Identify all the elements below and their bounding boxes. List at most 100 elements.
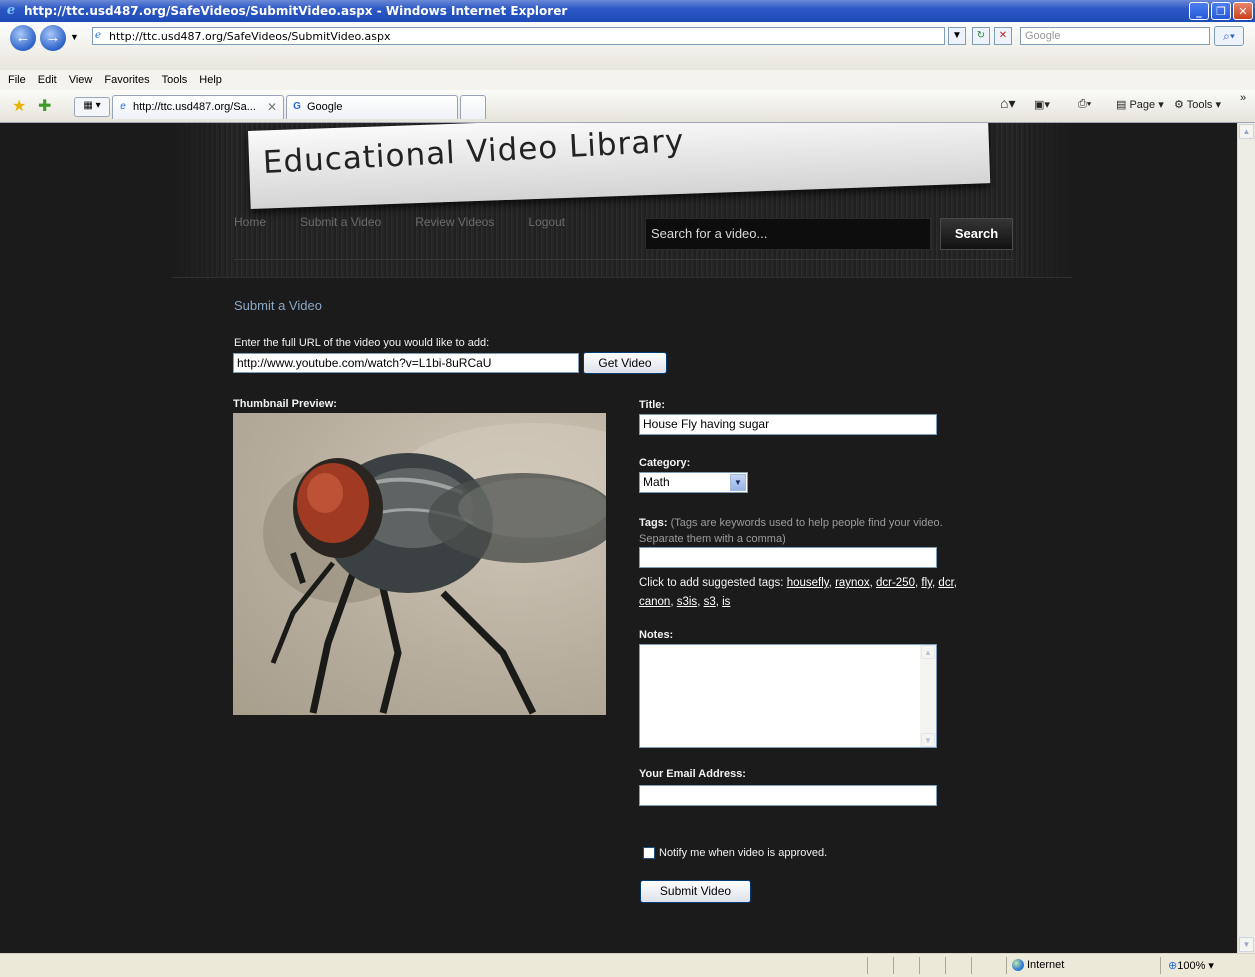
add-favorite-icon[interactable]: ✚: [38, 96, 51, 116]
status-divider: [1160, 957, 1161, 974]
feeds-icon[interactable]: ▣▾: [1034, 98, 1050, 111]
tag-is[interactable]: is: [722, 596, 730, 608]
page-scroll-down-icon[interactable]: ▼: [1239, 937, 1254, 952]
menu-view[interactable]: View: [69, 74, 93, 86]
tag-s3is[interactable]: s3is: [677, 596, 697, 608]
menu-file[interactable]: File: [8, 74, 26, 86]
page-scrollbar[interactable]: ▲ ▼: [1237, 123, 1255, 953]
ie-page-icon: e: [120, 101, 126, 112]
chevron-down-icon[interactable]: ▼: [730, 474, 746, 491]
notify-checkbox[interactable]: [643, 847, 655, 859]
tag-housefly[interactable]: housefly: [787, 577, 829, 589]
url-label: Enter the full URL of the video you woul…: [234, 337, 490, 349]
tab-google-label: Google: [307, 101, 343, 113]
refresh-icon[interactable]: ↻: [972, 27, 990, 45]
category-selected: Math: [643, 475, 670, 489]
stop-icon[interactable]: ✕: [994, 27, 1012, 45]
email-input[interactable]: [639, 785, 937, 806]
tag-dcr[interactable]: dcr: [938, 577, 953, 589]
tags-hint-2: Separate them with a comma): [639, 533, 786, 545]
menu-edit[interactable]: Edit: [38, 74, 57, 86]
category-label: Category:: [639, 457, 691, 469]
tab-google[interactable]: G Google: [286, 95, 458, 119]
close-icon[interactable]: ✕: [1233, 2, 1253, 20]
favorites-star-icon[interactable]: ★: [12, 96, 26, 116]
suggested-tags-prefix: Click to add suggested tags:: [639, 577, 784, 589]
home-icon[interactable]: ⌂▾: [1000, 95, 1015, 112]
tag-dcr-250[interactable]: dcr-250: [876, 577, 915, 589]
history-dropdown-icon[interactable]: ▼: [70, 32, 79, 42]
google-icon: G: [293, 101, 301, 112]
page-menu[interactable]: ▤ Page ▾: [1116, 98, 1164, 111]
get-video-button[interactable]: Get Video: [583, 352, 667, 374]
nav-home[interactable]: Home: [234, 215, 266, 229]
address-bar[interactable]: e http://ttc.usd487.org/SafeVideos/Submi…: [92, 27, 945, 45]
zoom-control[interactable]: ⊕100% ▾: [1168, 959, 1214, 972]
search-box-placeholder: Google: [1025, 30, 1061, 42]
minimize-icon[interactable]: _: [1189, 2, 1209, 20]
housefly-image: [263, 423, 606, 715]
nav-submit-video[interactable]: Submit a Video: [300, 215, 381, 229]
ie-logo-icon: e: [6, 3, 16, 18]
tools-menu[interactable]: ⚙ Tools ▾: [1174, 98, 1221, 111]
tag-fly[interactable]: fly: [921, 577, 932, 589]
new-tab-button[interactable]: [460, 95, 486, 119]
scroll-up-icon[interactable]: ▲: [921, 645, 935, 659]
page-menu-label: Page: [1129, 99, 1156, 111]
security-zone: Internet: [1012, 959, 1065, 972]
scroll-down-icon[interactable]: ▼: [921, 733, 935, 747]
window-titlebar: e http://ttc.usd487.org/SafeVideos/Submi…: [0, 0, 1255, 22]
status-divider: [919, 957, 920, 974]
page-scroll-up-icon[interactable]: ▲: [1239, 124, 1254, 139]
menu-favorites[interactable]: Favorites: [104, 74, 149, 86]
tab-close-icon[interactable]: ✕: [267, 96, 277, 118]
notify-label: Notify me when video is approved.: [659, 847, 828, 859]
tag-canon[interactable]: canon: [639, 596, 670, 608]
site-nav: Home Submit a Video Review Videos Logout: [234, 215, 565, 229]
quick-tabs-icon[interactable]: ▦ ▾: [74, 97, 110, 117]
zoom-dropdown-icon[interactable]: ▾: [1208, 960, 1214, 972]
category-select[interactable]: Math ▼: [639, 472, 748, 493]
submit-video-button[interactable]: Submit Video: [640, 880, 751, 903]
status-divider: [893, 957, 894, 974]
tab-current[interactable]: e http://ttc.usd487.org/Sa... ✕: [112, 95, 284, 119]
restore-icon[interactable]: ❐: [1211, 2, 1231, 20]
chevron-right-icon[interactable]: »: [1240, 92, 1246, 104]
status-divider: [1006, 957, 1007, 974]
back-icon[interactable]: ←: [10, 25, 36, 51]
tags-hint-1: (Tags are keywords used to help people f…: [670, 517, 943, 529]
page-content: Educational Video Library Home Submit a …: [0, 123, 1237, 953]
tag-s3[interactable]: s3: [704, 596, 716, 608]
tools-menu-label: Tools: [1186, 99, 1213, 111]
notes-scrollbar[interactable]: ▲ ▼: [920, 645, 936, 747]
status-divider: [867, 957, 868, 974]
print-icon[interactable]: ⎙▾: [1078, 98, 1091, 111]
email-label: Your Email Address:: [639, 768, 746, 780]
notes-label: Notes:: [639, 629, 674, 641]
security-zone-label: Internet: [1027, 959, 1065, 971]
thumbnail-label: Thumbnail Preview:: [233, 398, 337, 410]
video-url-input[interactable]: http://www.youtube.com/watch?v=L1bi-8uRC…: [233, 353, 579, 373]
search-icon[interactable]: ⌕▾: [1214, 26, 1244, 46]
nav-review-videos[interactable]: Review Videos: [415, 215, 494, 229]
search-box[interactable]: Google: [1020, 27, 1210, 45]
tags-label: Tags:: [639, 517, 668, 529]
menu-help[interactable]: Help: [199, 74, 222, 86]
tag-raynox[interactable]: raynox: [835, 577, 870, 589]
notes-textarea[interactable]: ▲ ▼: [639, 644, 937, 748]
page-title: Submit a Video: [234, 298, 322, 313]
status-divider: [971, 957, 972, 974]
forward-icon[interactable]: →: [40, 25, 66, 51]
status-divider: [945, 957, 946, 974]
menu-bar: File Edit View Favorites Tools Help: [0, 70, 1255, 91]
address-dropdown-icon[interactable]: ▼: [948, 27, 966, 45]
video-search-button[interactable]: Search: [940, 218, 1013, 250]
video-search-input[interactable]: Search for a video...: [645, 218, 931, 250]
menu-tools[interactable]: Tools: [162, 74, 188, 86]
tab-bar: ★ ✚ ▦ ▾ e http://ttc.usd487.org/Sa... ✕ …: [0, 90, 1255, 123]
title-input[interactable]: House Fly having sugar: [639, 414, 937, 435]
nav-logout[interactable]: Logout: [528, 215, 565, 229]
thumbnail-preview: [233, 413, 606, 715]
tags-input[interactable]: [639, 547, 937, 568]
window-controls: _ ❐ ✕: [1189, 2, 1253, 20]
